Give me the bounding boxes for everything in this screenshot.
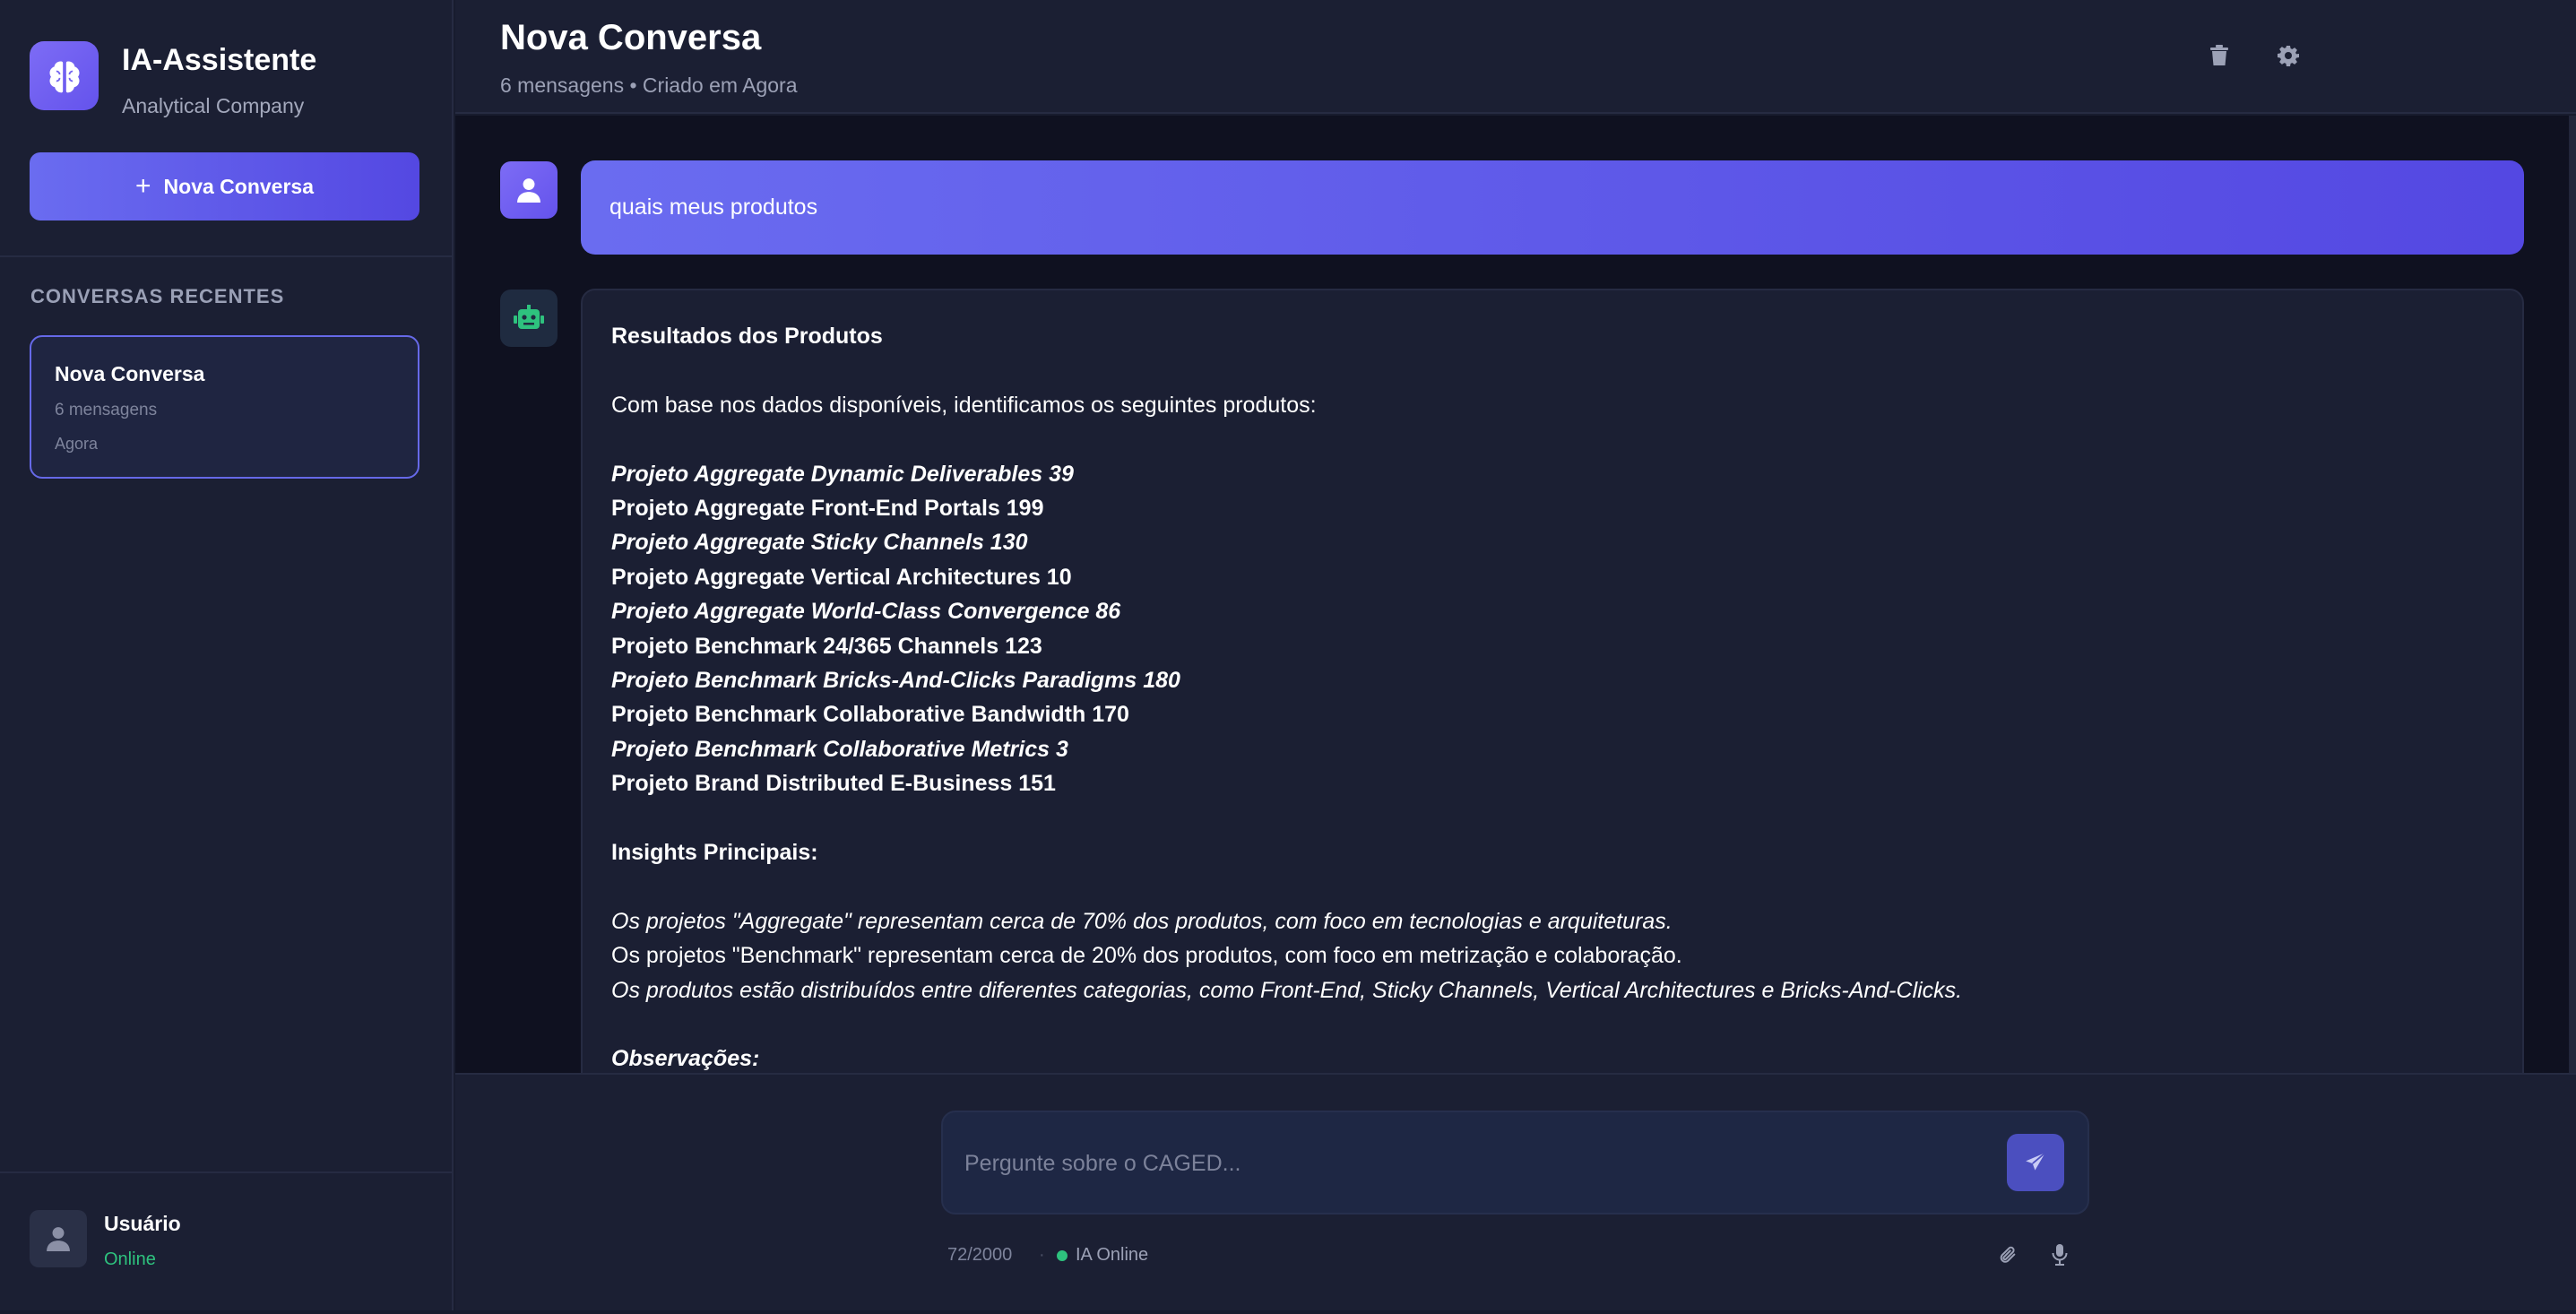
scrollbar[interactable] bbox=[2569, 116, 2576, 1073]
user-message-text: quais meus produtos bbox=[609, 195, 818, 220]
observations-heading: Observações: bbox=[611, 1046, 760, 1072]
new-conversation-label: Nova Conversa bbox=[163, 174, 314, 198]
product-item: Projeto Benchmark Bricks-And-Clicks Para… bbox=[611, 668, 1180, 694]
app-title: IA-Assistente bbox=[122, 43, 317, 77]
insight-item: Os projetos "Benchmark" representam cerc… bbox=[611, 943, 1682, 969]
product-item: Projeto Aggregate Vertical Architectures… bbox=[611, 564, 1072, 590]
product-item: Projeto Aggregate Sticky Channels 130 bbox=[611, 530, 1028, 556]
robot-icon bbox=[500, 290, 558, 347]
user-avatar-icon bbox=[500, 161, 558, 219]
send-icon bbox=[2026, 1152, 2046, 1171]
assistant-message: Resultados dos Produtos Com base nos dad… bbox=[581, 289, 2524, 1073]
product-item: Projeto Benchmark Collaborative Metrics … bbox=[611, 736, 1068, 762]
new-conversation-button[interactable]: + Nova Conversa bbox=[30, 152, 419, 220]
character-count: 72/2000 bbox=[947, 1245, 1013, 1265]
brand: IA-Assistente Analytical Company bbox=[30, 41, 316, 118]
chat-meta: 6 mensagens • Criado em Agora bbox=[500, 73, 798, 97]
divider bbox=[0, 1171, 452, 1173]
message-intro: Com base nos dados disponíveis, identifi… bbox=[611, 392, 1317, 418]
brain-icon bbox=[30, 41, 99, 110]
conversation-time: Agora bbox=[55, 435, 99, 453]
product-item: Projeto Aggregate Dynamic Deliverables 3… bbox=[611, 461, 1074, 487]
separator: · bbox=[1039, 1245, 1045, 1265]
product-list: Projeto Aggregate Dynamic Deliverables 3… bbox=[611, 457, 2494, 801]
composer-footer: 72/2000 · IA Online bbox=[947, 1241, 2089, 1268]
divider bbox=[0, 255, 452, 257]
user-avatar-icon[interactable] bbox=[30, 1210, 87, 1267]
composer-area: 72/2000 · IA Online bbox=[455, 1073, 2576, 1310]
conversation-message-count: 6 mensagens bbox=[55, 401, 158, 419]
page-title: Nova Conversa bbox=[500, 18, 762, 57]
microphone-icon[interactable] bbox=[2046, 1241, 2073, 1268]
insight-item: Os produtos estão distribuídos entre dif… bbox=[611, 977, 1963, 1003]
conversation-title: Nova Conversa bbox=[55, 362, 205, 385]
insight-item: Os projetos "Aggregate" representam cerc… bbox=[611, 908, 1673, 934]
conversation-item[interactable]: Nova Conversa 6 mensagens Agora bbox=[30, 335, 419, 479]
ai-status: IA Online bbox=[1076, 1245, 1149, 1265]
gear-icon[interactable] bbox=[2272, 39, 2304, 72]
product-item: Projeto Aggregate World-Class Convergenc… bbox=[611, 599, 1121, 625]
recent-conversations-heading: CONVERSAS RECENTES bbox=[30, 285, 285, 307]
send-button[interactable] bbox=[2007, 1134, 2064, 1191]
message-list: quais meus produtos Resultados dos Produ… bbox=[455, 116, 2576, 1073]
insights-heading: Insights Principais: bbox=[611, 840, 818, 866]
plus-icon: + bbox=[135, 171, 151, 201]
chat-header: Nova Conversa 6 mensagens • Criado em Ag… bbox=[455, 0, 2576, 114]
trash-icon[interactable] bbox=[2203, 39, 2235, 72]
composer bbox=[941, 1111, 2089, 1215]
message-heading: Resultados dos Produtos bbox=[611, 324, 883, 349]
product-item: Projeto Benchmark Collaborative Bandwidt… bbox=[611, 702, 1129, 728]
insight-list: Os projetos "Aggregate" representam cerc… bbox=[611, 904, 2494, 1007]
status-dot bbox=[1057, 1250, 1068, 1261]
paperclip-icon[interactable] bbox=[1994, 1241, 2021, 1268]
user-name: Usuário bbox=[104, 1212, 181, 1235]
company-name: Analytical Company bbox=[122, 94, 305, 117]
product-item: Projeto Benchmark 24/365 Channels 123 bbox=[611, 633, 1042, 659]
user-message: quais meus produtos bbox=[581, 160, 2524, 255]
product-item: Projeto Brand Distributed E-Business 151 bbox=[611, 771, 1056, 797]
product-item: Projeto Aggregate Front-End Portals 199 bbox=[611, 496, 1044, 521]
sidebar: IA-Assistente Analytical Company + Nova … bbox=[0, 0, 454, 1310]
message-input[interactable] bbox=[964, 1143, 1995, 1184]
user-status: Online bbox=[104, 1249, 156, 1269]
